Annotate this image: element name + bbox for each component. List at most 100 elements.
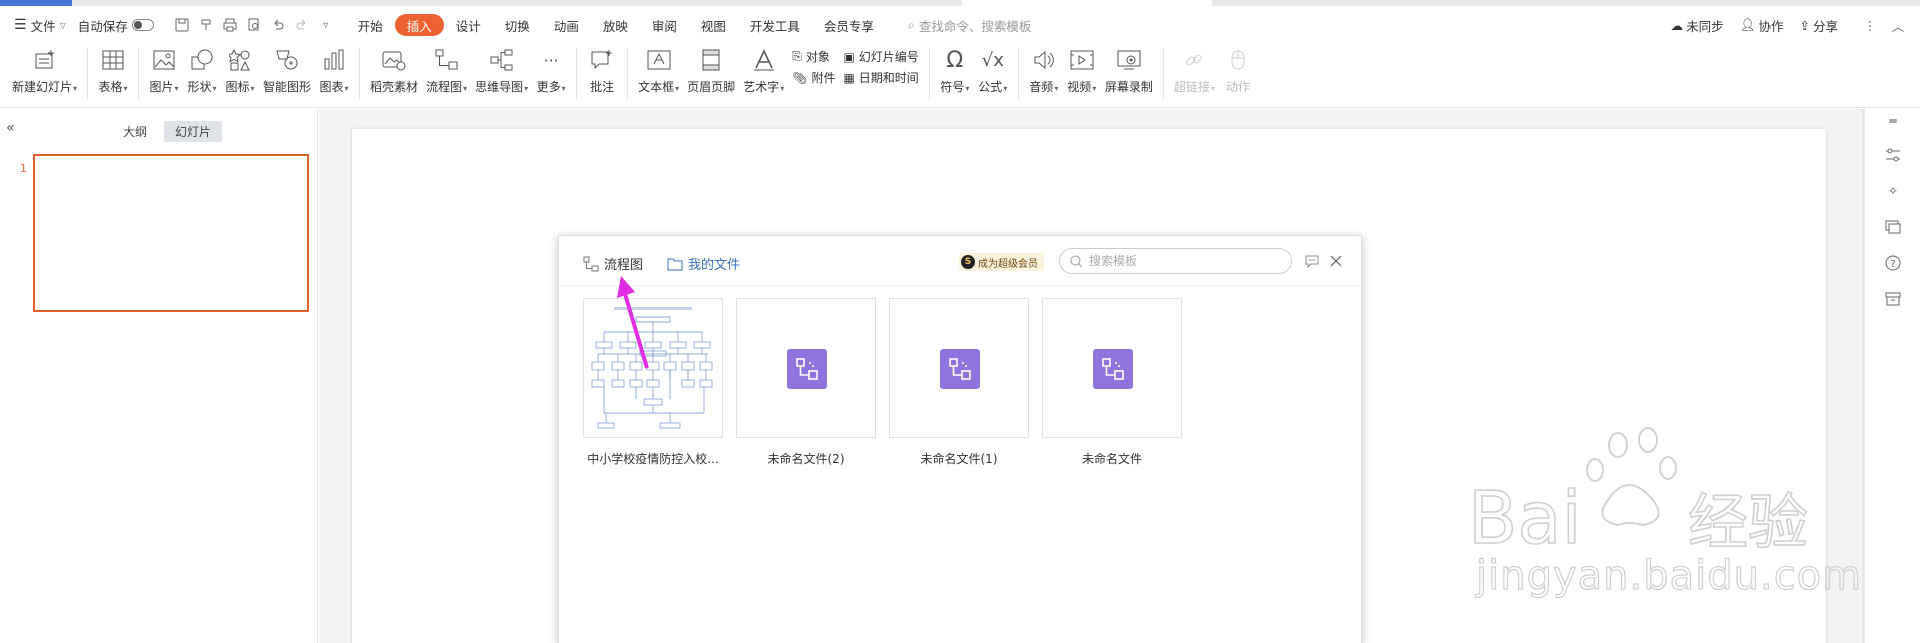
tab-flowchart[interactable]: 流程图 <box>583 254 643 273</box>
command-search-label: 查找命令、搜索模板 <box>918 18 1032 34</box>
icon-button[interactable]: 图标▾ <box>221 44 259 95</box>
screen-record-icon <box>1114 46 1144 74</box>
file-menu[interactable]: ☰ 文件 ▽ <box>8 13 72 37</box>
hyperlink-button[interactable]: 超链接▾ <box>1170 44 1219 95</box>
daoke-material-button[interactable]: 稻壳素材 <box>366 44 422 95</box>
drag-handle-icon[interactable]: ═ <box>1881 109 1905 133</box>
collaborate-button[interactable]: 👤︎ 协作 <box>1734 13 1790 37</box>
file-name[interactable]: 中小学校疫情防控入校... <box>578 450 728 467</box>
calendar-icon: ▦ <box>843 70 855 85</box>
video-label: 视频 <box>1067 80 1092 94</box>
comment-button[interactable]: 批注 <box>583 44 621 95</box>
comment-icon <box>587 46 617 74</box>
magic-wand-icon[interactable]: ✧ <box>1881 179 1905 203</box>
share-button[interactable]: ⇪ 分享 <box>1794 13 1845 37</box>
tab-insert[interactable]: 插入 <box>394 14 444 36</box>
archive-icon[interactable] <box>1881 287 1905 311</box>
ribbon-divider <box>87 48 89 100</box>
audio-button[interactable]: 音频▾ <box>1025 44 1063 95</box>
shape-icon <box>187 46 217 74</box>
file-card[interactable] <box>736 298 876 438</box>
tab-slides[interactable]: 幻灯片 <box>164 121 223 142</box>
chart-label: 图表 <box>319 80 344 94</box>
autosave-toggle[interactable]: 自动保存 <box>72 13 160 37</box>
tab-review[interactable]: 审阅 <box>640 13 689 37</box>
file-name[interactable]: 未命名文件 <box>1037 450 1187 467</box>
chart-button[interactable]: 图表▾ <box>315 44 353 95</box>
format-painter-icon[interactable] <box>194 13 218 37</box>
print-preview-icon[interactable] <box>242 13 266 37</box>
print-icon[interactable] <box>218 13 242 37</box>
bar-chart-icon <box>319 46 349 74</box>
file-name[interactable]: 未命名文件(1) <box>884 450 1034 467</box>
help-icon[interactable]: ? <box>1881 251 1905 275</box>
sync-button[interactable]: ☁ 未同步 <box>1665 13 1730 37</box>
speaker-icon <box>1029 46 1059 74</box>
tab-transition[interactable]: 切换 <box>493 13 542 37</box>
date-time-button[interactable]: ▦ 日期和时间 <box>843 69 918 86</box>
smart-graphic-icon <box>272 46 302 74</box>
formula-button[interactable]: √x 公式▾ <box>974 44 1012 95</box>
symbol-button[interactable]: Ω 符号▾ <box>936 44 974 95</box>
video-button[interactable]: 视频▾ <box>1063 44 1101 95</box>
picture-label: 图片 <box>149 80 174 94</box>
attachment-button[interactable]: 📎︎ 附件 <box>792 69 835 86</box>
vip-badge-icon: S <box>961 255 975 269</box>
more-button[interactable]: ··· 更多▾ <box>532 44 570 95</box>
feedback-icon[interactable] <box>1303 252 1321 270</box>
template-search[interactable] <box>1059 248 1292 274</box>
slide-index: 1 <box>20 162 27 175</box>
slide-show-icon[interactable] <box>1881 215 1905 239</box>
new-slide-button[interactable]: 新建幻灯片▾ <box>8 44 81 95</box>
table-button[interactable]: 表格▾ <box>94 44 132 95</box>
flowchart-button[interactable]: 流程图▾ <box>422 44 471 95</box>
flowchart-file-icon <box>787 349 827 389</box>
dialog-header: 流程图 我的文件 S 成为超级会员 <box>559 236 1361 286</box>
file-card[interactable] <box>889 298 1029 438</box>
more-quick-icon[interactable]: ▿ <box>314 13 338 37</box>
flowchart-dialog: 流程图 我的文件 S 成为超级会员 搜索模板 中小学校疫情防控入校... 未命名… <box>558 235 1362 643</box>
tab-home[interactable]: 开始 <box>346 13 395 37</box>
tab-slideshow[interactable]: 放映 <box>591 13 640 37</box>
table-icon <box>98 46 128 74</box>
tab-outline[interactable]: 大纲 <box>112 121 158 142</box>
shape-button[interactable]: 形状▾ <box>183 44 221 95</box>
collapse-ribbon-icon[interactable]: ︿ <box>1886 13 1910 37</box>
object-button[interactable]: ⎘ 对象 <box>792 48 835 65</box>
slide-number-button[interactable]: ▣ 幻灯片编号 <box>843 48 918 65</box>
command-search[interactable]: ⌕ 查找命令、搜索模板 <box>902 13 1038 37</box>
tab-member[interactable]: 会员专享 <box>812 13 886 37</box>
action-button[interactable]: 动作 <box>1219 44 1257 95</box>
attachment-label: 附件 <box>811 71 836 85</box>
chevron-down-icon: ▽ <box>59 20 66 30</box>
file-card[interactable] <box>1042 298 1182 438</box>
table-label: 表格 <box>98 80 123 94</box>
tab-my-files[interactable]: 我的文件 <box>667 254 740 273</box>
wordart-button[interactable]: 艺术字▾ <box>739 44 788 95</box>
smart-graphic-button[interactable]: 智能图形 <box>259 44 315 95</box>
more-options-icon[interactable]: ⋮ <box>1858 13 1882 37</box>
screen-record-button[interactable]: 屏幕录制 <box>1101 44 1157 95</box>
tab-design[interactable]: 设计 <box>444 13 493 37</box>
tab-view[interactable]: 视图 <box>689 13 738 37</box>
tab-developer[interactable]: 开发工具 <box>738 13 812 37</box>
omega-icon: Ω <box>946 47 964 73</box>
collapse-panel-icon[interactable]: « <box>6 120 15 136</box>
file-name[interactable]: 未命名文件(2) <box>731 450 881 467</box>
header-footer-button[interactable]: 页眉页脚 <box>683 44 739 95</box>
ribbon-divider <box>627 48 629 100</box>
picture-button[interactable]: 图片▾ <box>145 44 183 95</box>
become-vip-button[interactable]: S 成为超级会员 <box>959 253 1044 271</box>
ribbon-divider <box>1017 48 1019 100</box>
close-icon[interactable] <box>1327 252 1345 270</box>
annotation-arrow <box>617 276 649 369</box>
redo-icon[interactable] <box>290 13 314 37</box>
save-icon[interactable] <box>170 13 194 37</box>
tab-animation[interactable]: 动画 <box>542 13 591 37</box>
slide-thumbnail[interactable] <box>33 154 309 312</box>
textbox-button[interactable]: 文本框▾ <box>634 44 683 95</box>
template-search-input[interactable] <box>1089 254 1269 268</box>
adjust-icon[interactable] <box>1881 143 1905 167</box>
mindmap-button[interactable]: 思维导图▾ <box>471 44 532 95</box>
undo-icon[interactable] <box>266 13 290 37</box>
